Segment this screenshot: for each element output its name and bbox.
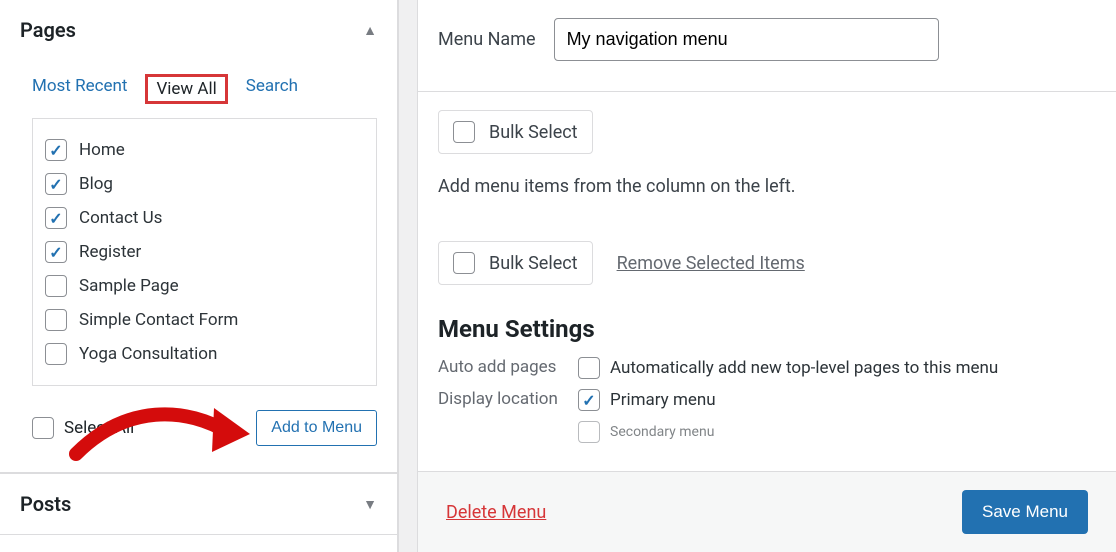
pages-accordion-header[interactable]: Pages ▲ — [0, 0, 397, 60]
list-item[interactable]: Sample Page — [45, 269, 364, 303]
bulk-select-checkbox[interactable] — [453, 121, 475, 143]
bulk-select-checkbox[interactable] — [453, 252, 475, 274]
tab-most-recent[interactable]: Most Recent — [32, 74, 127, 104]
display-location-row: Display location Primary menu — [438, 389, 1096, 411]
list-item[interactable]: Blog — [45, 167, 364, 201]
primary-menu-checkbox[interactable] — [578, 389, 600, 411]
remove-selected-link[interactable]: Remove Selected Items — [617, 253, 805, 274]
posts-title: Posts — [20, 492, 71, 516]
checkbox[interactable] — [45, 173, 67, 195]
bulk-select-top[interactable]: Bulk Select — [438, 110, 593, 154]
bulk-select-bottom[interactable]: Bulk Select — [438, 241, 593, 285]
bulk-select-label: Bulk Select — [489, 253, 578, 274]
checkbox[interactable] — [45, 207, 67, 229]
menu-name-input[interactable] — [554, 18, 939, 61]
posts-accordion-header[interactable]: Posts ▼ — [0, 474, 397, 534]
checkbox[interactable] — [45, 139, 67, 161]
list-item-label: Simple Contact Form — [79, 310, 238, 330]
delete-menu-link[interactable]: Delete Menu — [446, 502, 546, 523]
select-all-control[interactable]: Select All — [32, 417, 134, 439]
list-item-label: Sample Page — [79, 276, 179, 296]
primary-menu-text: Primary menu — [610, 390, 716, 410]
select-all-label: Select All — [64, 418, 134, 438]
main-panel: Menu Name Bulk Select Add menu items fro… — [418, 0, 1116, 552]
add-to-menu-button[interactable]: Add to Menu — [256, 410, 377, 446]
pages-tabs: Most Recent View All Search — [32, 74, 377, 104]
empty-hint: Add menu items from the column on the le… — [438, 176, 1096, 197]
list-item[interactable]: Home — [45, 133, 364, 167]
column-divider — [398, 0, 418, 552]
select-all-checkbox[interactable] — [32, 417, 54, 439]
pages-title: Pages — [20, 18, 76, 42]
list-item[interactable]: Contact Us — [45, 201, 364, 235]
list-item-label: Contact Us — [79, 208, 162, 228]
tab-search[interactable]: Search — [246, 74, 298, 104]
checkbox[interactable] — [45, 275, 67, 297]
list-item[interactable]: Register — [45, 235, 364, 269]
sidebar: Pages ▲ Most Recent View All Search Home… — [0, 0, 398, 552]
list-item[interactable]: Yoga Consultation — [45, 337, 364, 371]
auto-add-option[interactable]: Automatically add new top-level pages to… — [578, 357, 998, 379]
list-item-label: Home — [79, 140, 125, 160]
auto-add-checkbox[interactable] — [578, 357, 600, 379]
secondary-menu-option[interactable]: Secondary menu — [578, 421, 1096, 443]
menu-settings-title: Menu Settings — [438, 315, 1096, 343]
pages-content: Most Recent View All Search Home Blog Co… — [0, 60, 397, 472]
chevron-up-icon: ▲ — [363, 22, 377, 39]
pages-actions: Select All Add to Menu — [32, 386, 377, 452]
secondary-menu-checkbox[interactable] — [578, 421, 600, 443]
pages-accordion: Pages ▲ Most Recent View All Search Home… — [0, 0, 397, 473]
list-item[interactable]: Simple Contact Form — [45, 303, 364, 337]
display-location-label: Display location — [438, 389, 570, 409]
chevron-down-icon: ▼ — [363, 496, 377, 513]
menu-name-row: Menu Name — [418, 0, 1116, 92]
auto-add-text: Automatically add new top-level pages to… — [610, 358, 998, 378]
primary-menu-option[interactable]: Primary menu — [578, 389, 716, 411]
posts-accordion: Posts ▼ — [0, 473, 397, 535]
checkbox[interactable] — [45, 343, 67, 365]
auto-add-label: Auto add pages — [438, 357, 570, 377]
list-item-label: Yoga Consultation — [79, 344, 217, 364]
menu-name-label: Menu Name — [438, 29, 536, 50]
bulk-select-label: Bulk Select — [489, 122, 578, 143]
auto-add-row: Auto add pages Automatically add new top… — [438, 357, 1096, 379]
secondary-menu-text: Secondary menu — [610, 424, 714, 440]
save-menu-button[interactable]: Save Menu — [962, 490, 1088, 534]
menu-structure-area: Bulk Select Add menu items from the colu… — [418, 92, 1116, 471]
list-item-label: Blog — [79, 174, 113, 194]
footer-bar: Delete Menu Save Menu — [418, 471, 1116, 552]
tab-view-all[interactable]: View All — [145, 74, 227, 104]
checkbox[interactable] — [45, 241, 67, 263]
checkbox[interactable] — [45, 309, 67, 331]
list-item-label: Register — [79, 242, 141, 262]
pages-list: Home Blog Contact Us Register Sample Pag… — [32, 118, 377, 386]
